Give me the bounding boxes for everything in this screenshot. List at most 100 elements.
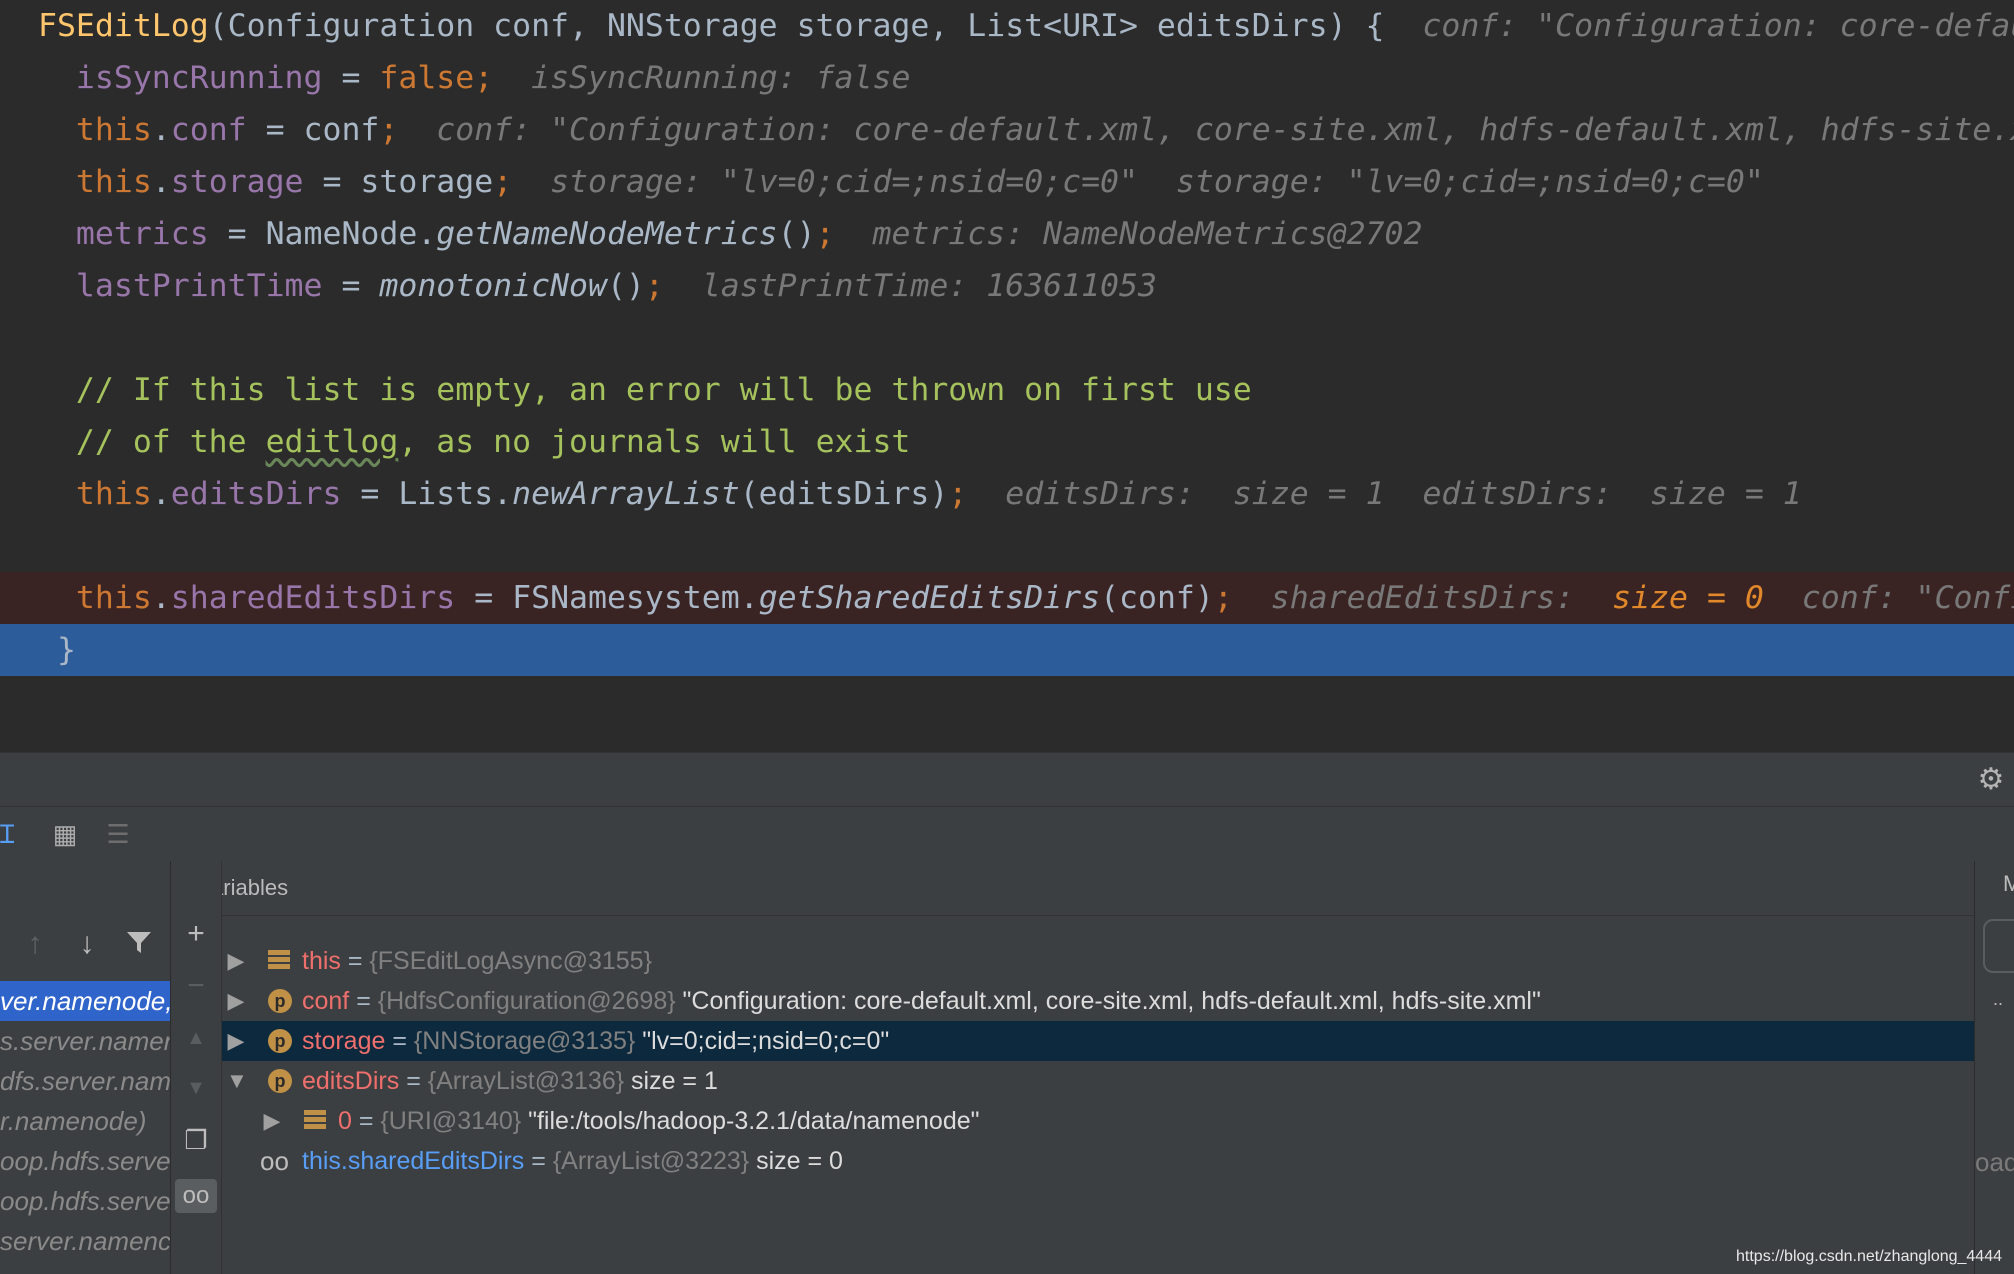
code-token: editsDirs [170,476,342,512]
code-line[interactable] [0,520,2014,572]
variable-name: conf [302,987,350,1015]
expand-arrow-down-icon[interactable]: ▼ [226,1061,248,1101]
gear-icon[interactable]: ⚙ [1976,765,2006,795]
code-token: conf [170,112,247,148]
code-token: ; [1213,580,1233,616]
code-token: ; [815,216,835,252]
inline-debug-hint: metrics: NameNodeMetrics@2702 [834,216,1423,252]
code-line[interactable]: this.conf = conf; conf: "Configuration: … [0,104,2014,156]
frame-item[interactable]: oop.hdfs.serve [0,1141,170,1181]
code-line[interactable]: this.editsDirs = Lists.newArrayList(edit… [0,468,2014,520]
code-token: = storage [303,164,494,200]
variable-row[interactable]: ▶ 0 = {URI@3140} "file:/tools/hadoop-3.2.… [222,1101,1974,1141]
code-token: () [777,216,816,252]
code-line[interactable]: // If this list is empty, an error will … [0,364,2014,416]
inline-debug-hint: conf: "Configuration: core-default.xml, … [398,112,2014,148]
frame-item[interactable]: oop.hdfs.serve [0,1181,170,1221]
variable-row[interactable]: ▶ this = {FSEditLogAsync@3155} [222,941,1974,981]
variable-type: {ArrayList@3223} [552,1147,750,1175]
code-line[interactable]: FSEditLog(Configuration conf, NNStorage … [0,0,2014,52]
property-icon: p [268,989,292,1013]
variable-type: {FSEditLogAsync@3155} [369,947,652,975]
code-token: . [151,580,171,616]
expand-arrow-right-icon[interactable]: ▶ [226,981,246,1021]
variables-header: Variables [222,861,1974,916]
variable-name: 0 [338,1107,352,1135]
variables-pane: Variables ▶ this = {FSEditLogAsync@3155} ▶… [222,861,1974,1274]
expand-arrow-right-icon[interactable]: ▶ [226,941,246,981]
arrow-down-icon[interactable]: ↓ [70,927,104,961]
variable-row[interactable]: ▶ p storage = {NNStorage@3135} "lv=0;cid=;… [222,1021,1974,1061]
add-watch-icon[interactable]: + [179,917,213,951]
variable-value: "lv=0;cid=;nsid=0;c=0" [635,1027,890,1055]
variable-name: this [302,947,341,975]
current-execution-line[interactable]: } [0,624,2014,676]
right-pane-label: M [2003,871,2014,897]
variable-type: {NNStorage@3135} [413,1027,636,1055]
copy-icon[interactable]: ❐ [179,1123,213,1157]
inline-debug-hint: storage: "lv=0;cid=;nsid=0;c=0" storage:… [512,164,1764,200]
table-view-icon[interactable]: ▦ [50,820,80,848]
code-token: storage [170,164,304,200]
filter-icon[interactable] [122,927,156,961]
code-token: (editsDirs) [739,476,949,512]
expand-arrow-right-icon[interactable]: ▶ [226,1021,246,1061]
frame-item[interactable]: server.namenc [0,1221,170,1261]
code-token: ; [644,268,664,304]
variable-value: "Configuration: core-default.xml, core-s… [675,987,1541,1015]
frame-item[interactable]: s.server.namen [0,1021,170,1061]
watch-glasses-icon[interactable]: oo [175,1179,217,1213]
inline-debug-hint: conf: "Configuration: core-default.xml, … [1422,8,2014,44]
code-editor[interactable]: FSEditLog(Configuration conf, NNStorage … [0,0,2014,752]
frame-item[interactable]: r.namenode) [0,1101,170,1141]
debug-panel-header: ⚙ [0,752,2014,807]
variable-name: editsDirs [302,1067,400,1095]
variable-row[interactable]: ▼ p editsDirs = {ArrayList@3136} size = 1 [222,1061,1974,1101]
restore-layout-icon[interactable]: ☰ [103,820,133,848]
arrow-up-icon[interactable]: ↑ [18,927,52,961]
code-token: this [38,580,152,616]
remove-watch-icon[interactable]: − [179,969,213,1003]
code-token: = conf [246,112,380,148]
code-line[interactable]: this.storage = storage; storage: "lv=0;c… [0,156,2014,208]
inline-debug-hint: lastPrintTime: 163611053 [663,268,1157,304]
ellipsis-button[interactable]: .. [1993,989,2003,1010]
code-line[interactable]: metrics = NameNode.getNameNodeMetrics();… [0,208,2014,260]
breakpoint-line[interactable]: this.sharedEditsDirs = FSNamesystem.getS… [0,572,2014,624]
move-up-icon[interactable]: ▲ [179,1021,213,1055]
code-line[interactable]: isSyncRunning = false; isSyncRunning: fa… [0,52,2014,104]
code-token: = [322,268,380,304]
inline-debug-hint: isSyncRunning: false [493,60,911,96]
code-line[interactable] [0,312,2014,364]
code-token: = FSNamesystem. [455,580,759,616]
code-token: ; [948,476,968,512]
object-icon [268,950,290,972]
move-down-icon[interactable]: ▼ [179,1071,213,1105]
variable-row[interactable]: ▶ p conf = {HdfsConfiguration@2698} "Confi… [222,981,1974,1021]
code-line[interactable]: // of the editlog, as no journals will e… [0,416,2014,468]
code-token: . [151,112,171,148]
variable-name: storage [302,1027,386,1055]
code-line[interactable]: lastPrintTime = monotonicNow(); lastPrin… [0,260,2014,312]
variable-value: "file:/tools/hadoop-3.2.1/data/namenode" [521,1107,980,1135]
code-token: monotonicNow [379,268,607,304]
code-token: this [38,164,152,200]
variable-type: {HdfsConfiguration@2698} [377,987,676,1015]
property-icon: p [268,1069,292,1093]
variable-name: this.sharedEditsDirs [302,1147,525,1175]
code-token: ; [379,112,399,148]
frame-item[interactable]: dfs.server.nam [0,1061,170,1101]
variable-row[interactable]: oo this.sharedEditsDirs = {ArrayList@3223… [222,1141,1974,1181]
code-token: } [38,632,76,668]
inline-debug-hint: size = 0 [1612,580,1764,616]
cursor-icon[interactable]: Ɪ [0,820,14,848]
search-box[interactable] [1983,919,2014,973]
variable-type: {URI@3140} [380,1107,522,1135]
variable-equals: = [524,1147,553,1175]
property-icon: p [268,1029,292,1053]
frame-item[interactable]: ver.namenode, [0,981,170,1021]
right-pane: M .. oad [1974,861,2014,1274]
code-token: getNameNodeMetrics [436,216,778,252]
side-label: oad [1975,1147,2014,1177]
expand-arrow-right-icon[interactable]: ▶ [262,1101,282,1141]
